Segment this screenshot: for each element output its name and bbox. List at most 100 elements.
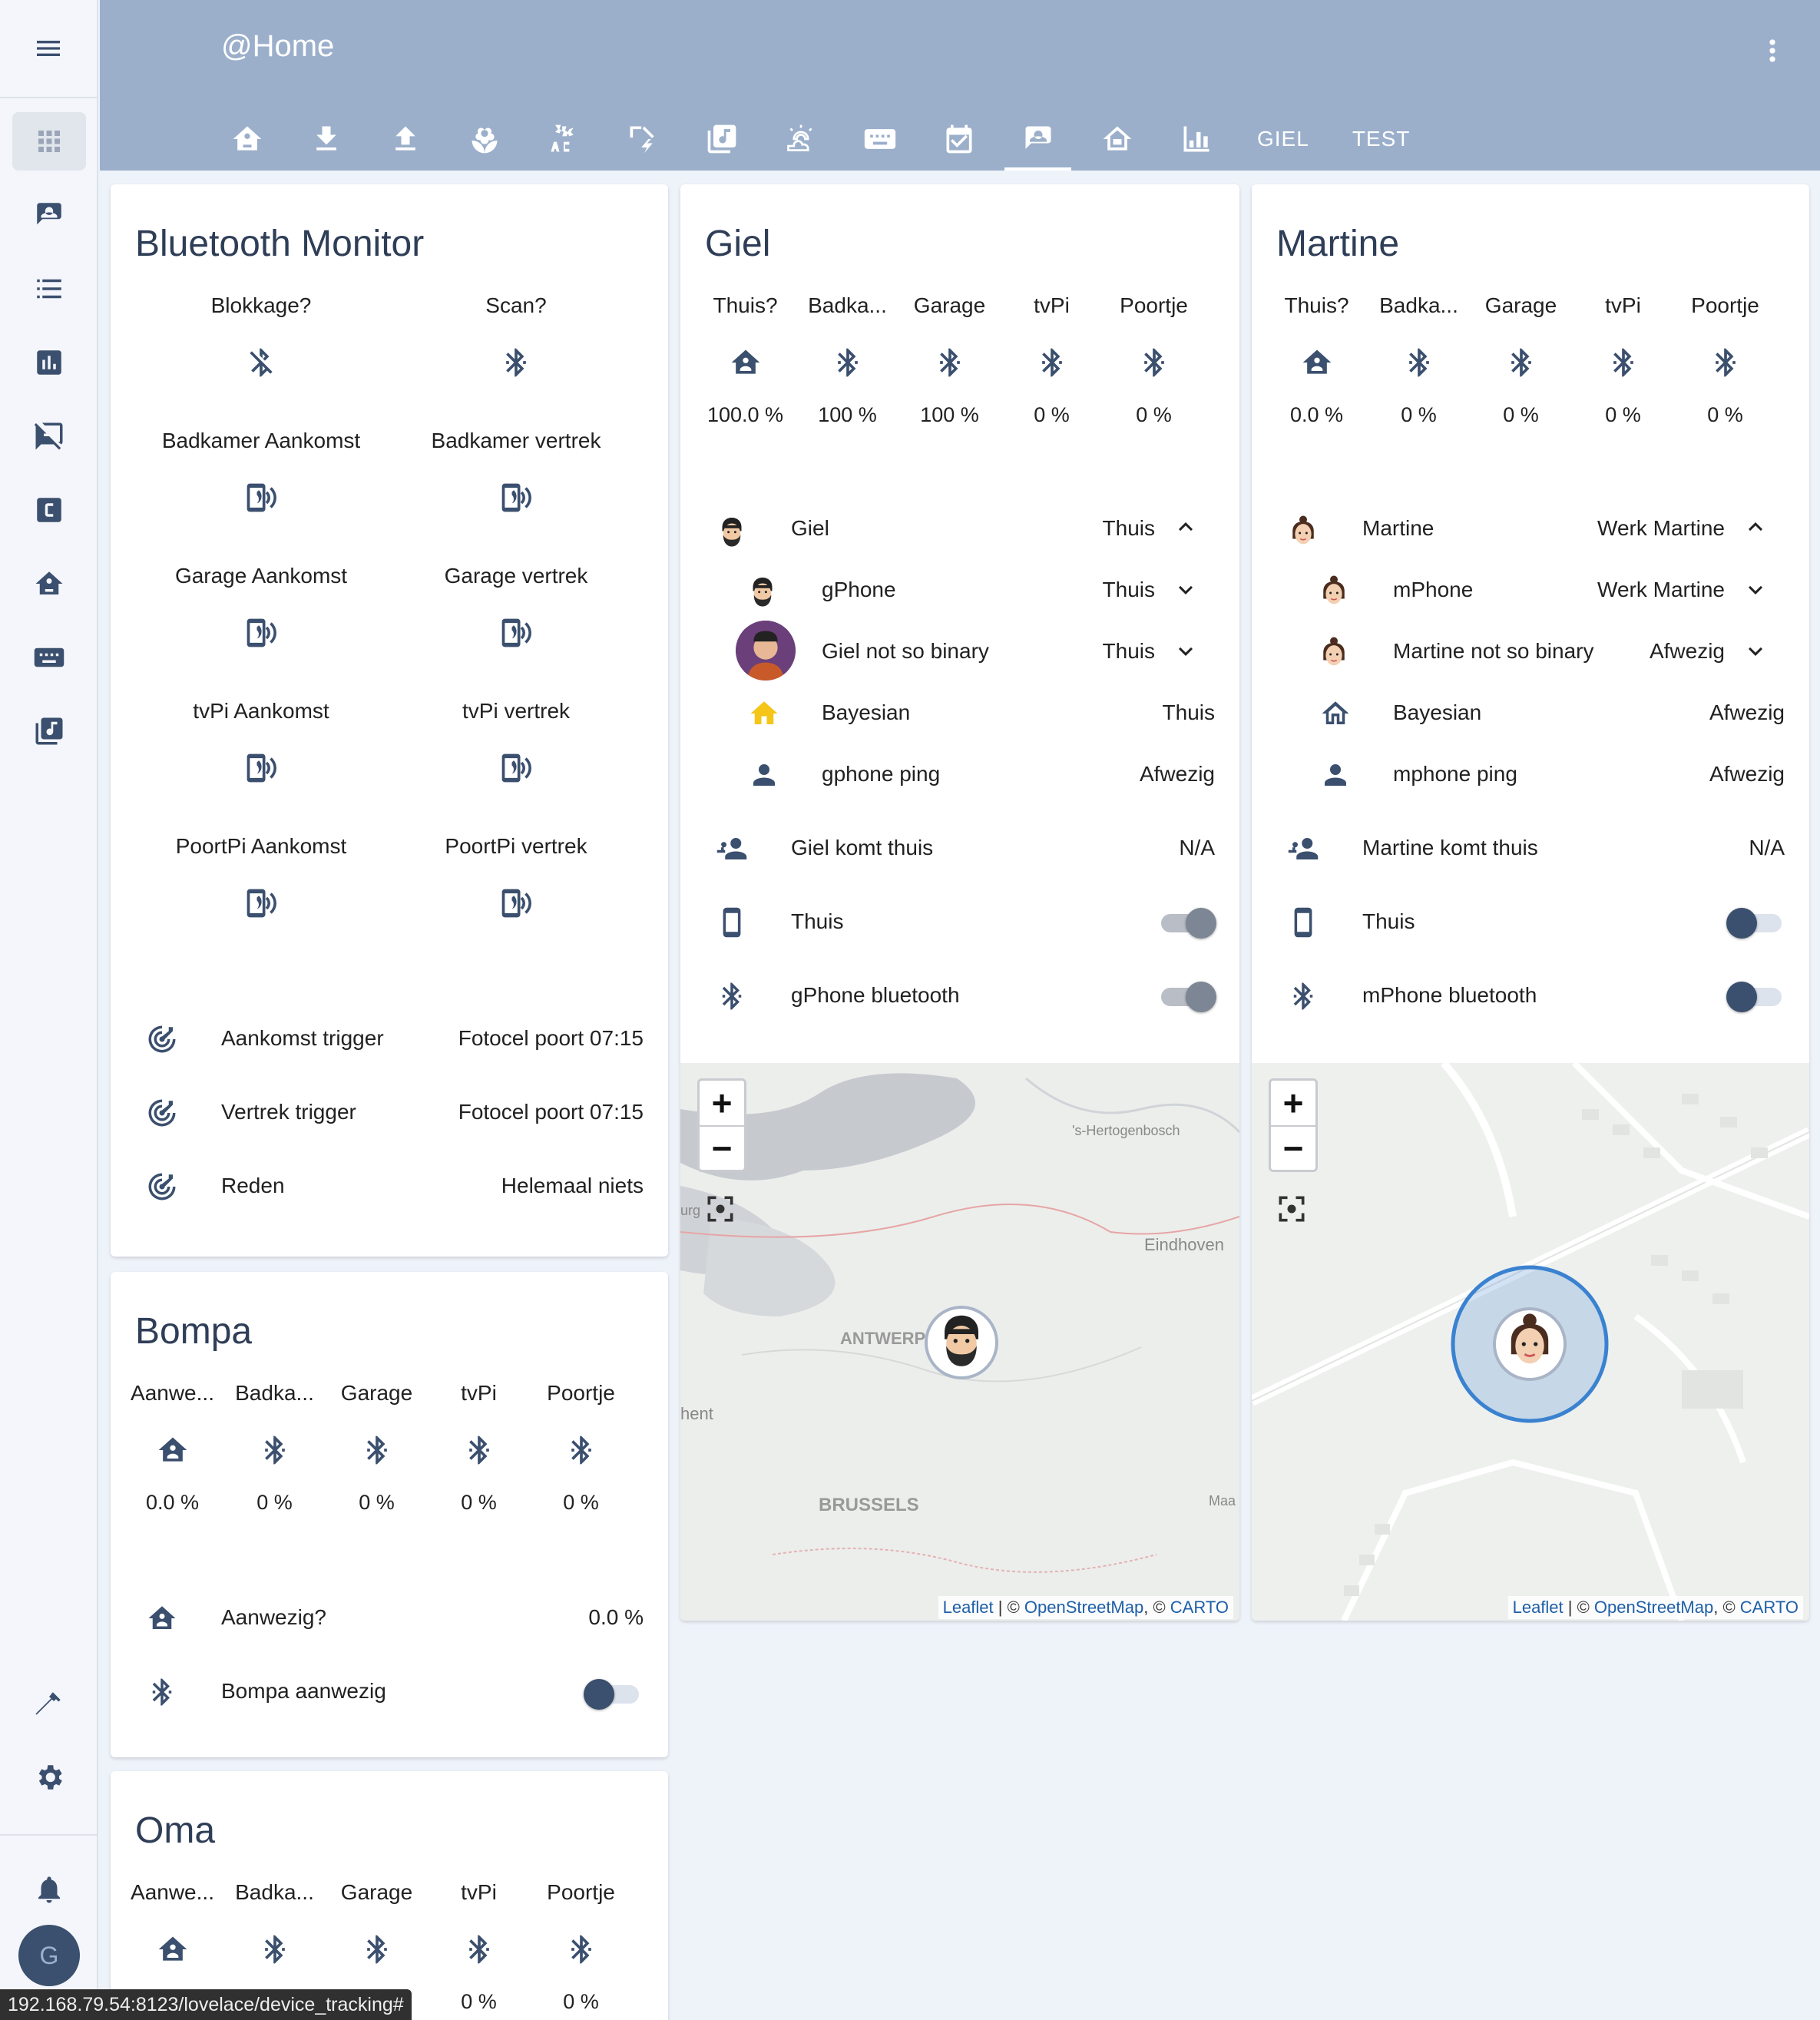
tab-home[interactable]	[207, 108, 286, 171]
grid-cell[interactable]: Poortje 0 %	[1103, 293, 1205, 427]
zoom-in-button[interactable]: +	[700, 1081, 744, 1125]
sidebar-item-notifications[interactable]	[12, 1860, 86, 1919]
sidebar-item-notes[interactable]	[12, 407, 86, 465]
grid-cell[interactable]: Badka... 100 %	[796, 293, 898, 427]
bluetooth-icon	[1001, 346, 1103, 383]
map-label: Maa	[1209, 1493, 1236, 1508]
grid-cell[interactable]: Poortje 0 %	[1674, 293, 1776, 427]
martine-thuis-toggle[interactable]	[1726, 908, 1783, 939]
tab-music[interactable]	[682, 108, 761, 171]
grid-cell[interactable]: Aanwe...	[121, 1880, 223, 1990]
tracker-name: gphone ping	[822, 762, 941, 786]
focus-icon[interactable]	[703, 1192, 737, 1226]
giel-thuis-toggle[interactable]	[1157, 908, 1216, 939]
gphone-avatar	[743, 571, 782, 614]
grid-cell[interactable]: Badka...	[223, 1880, 326, 1990]
grid-cell[interactable]: Garage 0 %	[1470, 293, 1572, 427]
giel-map-marker[interactable]	[925, 1306, 998, 1379]
tab-remote[interactable]	[840, 108, 919, 171]
cell-label: Garage	[913, 293, 986, 317]
sidebar-item-device-tracking[interactable]	[12, 186, 86, 244]
sidebar-item-home[interactable]	[12, 555, 86, 613]
chevron-down-icon[interactable]	[1742, 576, 1769, 608]
giel-avatar	[713, 512, 751, 555]
tab-garden[interactable]	[445, 108, 524, 171]
grid-cell[interactable]: tvPi 0 %	[428, 1880, 530, 2014]
focus-icon[interactable]	[1275, 1192, 1309, 1226]
tab-statistics[interactable]	[1157, 108, 1236, 171]
map-attribution: Leaflet | © OpenStreetMap, © CARTO	[1507, 1596, 1803, 1619]
tab-weather[interactable]	[761, 108, 840, 171]
user-avatar[interactable]: G	[18, 1925, 80, 1986]
tab-test[interactable]: TEST	[1331, 108, 1432, 171]
more-vert-icon[interactable]	[1755, 34, 1789, 68]
sidebar-item-settings[interactable]	[12, 1748, 86, 1806]
tab-downstairs[interactable]	[286, 108, 366, 171]
menu-icon[interactable]	[33, 33, 64, 64]
carto-link[interactable]: CARTO	[1170, 1598, 1229, 1617]
tab-giel[interactable]: GIEL	[1236, 108, 1331, 171]
grid-cell[interactable]: tvPi Aankomst	[134, 699, 389, 789]
zoom-out-button[interactable]: −	[1271, 1125, 1315, 1170]
sidebar-item-developer-tools[interactable]	[12, 1674, 86, 1733]
zoom-in-button[interactable]: +	[1271, 1081, 1315, 1125]
grid-cell[interactable]: tvPi vertrek	[389, 699, 644, 789]
grid-cell[interactable]: Garage	[326, 1880, 428, 1990]
chevron-up-icon[interactable]	[1172, 513, 1200, 545]
chevron-up-icon[interactable]	[1742, 513, 1769, 545]
grid-cell[interactable]: Scan?	[389, 293, 644, 383]
hammer-icon	[35, 1692, 61, 1715]
sidebar-item-history[interactable]	[12, 333, 86, 392]
grid-cell[interactable]: Badka... 0 %	[1368, 293, 1470, 427]
grid-cell[interactable]: Thuis? 100.0 %	[694, 293, 796, 427]
tab-upstairs[interactable]	[366, 108, 445, 171]
tab-airco[interactable]	[524, 108, 603, 171]
leaflet-link[interactable]: Leaflet	[943, 1598, 994, 1617]
grid-cell[interactable]: Garage 100 %	[898, 293, 1001, 427]
leaflet-link[interactable]: Leaflet	[1513, 1598, 1564, 1617]
grid-cell[interactable]: Garage vertrek	[389, 564, 644, 654]
tab-device-tracking[interactable]	[998, 108, 1077, 171]
grid-cell[interactable]: Aanwe... 0.0 %	[121, 1381, 223, 1515]
grid-cell[interactable]: Blokkage?	[134, 293, 389, 383]
grid-cell[interactable]: Badkamer vertrek	[389, 429, 644, 518]
sidebar-item-overview[interactable]	[12, 112, 86, 171]
giel-map[interactable]: 's-Hertogenbosch Eindhoven ANTWERP hent …	[680, 1063, 1239, 1621]
grid-cell[interactable]: tvPi 0 %	[1572, 293, 1674, 427]
martine-map-marker[interactable]	[1493, 1307, 1567, 1381]
grid-cell[interactable]: Garage 0 %	[326, 1381, 428, 1515]
osm-link[interactable]: OpenStreetMap	[1024, 1598, 1143, 1617]
tracker-state: Werk Martine	[1597, 578, 1725, 601]
tab-calendar[interactable]	[919, 108, 998, 171]
grid-cell[interactable]: Garage Aankomst	[134, 564, 389, 654]
grid-cell[interactable]: PoortPi Aankomst	[134, 834, 389, 924]
chevron-down-icon[interactable]	[1742, 637, 1769, 669]
sidebar-item-music[interactable]	[12, 702, 86, 760]
gphone-bluetooth-toggle[interactable]	[1157, 982, 1216, 1012]
row-state: 0.0 %	[588, 1605, 644, 1629]
grid-cell[interactable]: Thuis? 0.0 %	[1266, 293, 1368, 427]
grid-cell[interactable]: Badka... 0 %	[223, 1381, 326, 1515]
grid-cell[interactable]: Poortje 0 %	[530, 1381, 632, 1515]
bluetooth-icon	[223, 1433, 326, 1471]
tracker-state: Thuis	[1102, 639, 1155, 663]
bompa-aanwezig-toggle[interactable]	[584, 1679, 640, 1710]
grid-cell[interactable]: Poortje 0 %	[530, 1880, 632, 2014]
chevron-down-icon[interactable]	[1172, 576, 1200, 608]
sidebar-item-codeserver[interactable]	[12, 481, 86, 539]
martine-map[interactable]: + − Leaflet | © OpenStreetMap, © CARTO	[1252, 1063, 1809, 1621]
chevron-down-icon[interactable]	[1172, 637, 1200, 669]
osm-link[interactable]: OpenStreetMap	[1594, 1598, 1713, 1617]
grid-cell[interactable]: Badkamer Aankomst	[134, 429, 389, 518]
sidebar-item-logbook[interactable]	[12, 260, 86, 318]
mphone-bluetooth-toggle[interactable]	[1726, 982, 1783, 1012]
grid-cell[interactable]: PoortPi vertrek	[389, 834, 644, 924]
grid-cell[interactable]: tvPi 0 %	[1001, 293, 1103, 427]
tab-alarm[interactable]	[1077, 108, 1157, 171]
zoom-out-button[interactable]: −	[700, 1125, 744, 1170]
carto-link[interactable]: CARTO	[1740, 1598, 1798, 1617]
sidebar-item-remote[interactable]	[12, 628, 86, 687]
cell-label: Garage	[1484, 293, 1557, 317]
tab-energy[interactable]	[603, 108, 682, 171]
grid-cell[interactable]: tvPi 0 %	[428, 1381, 530, 1515]
